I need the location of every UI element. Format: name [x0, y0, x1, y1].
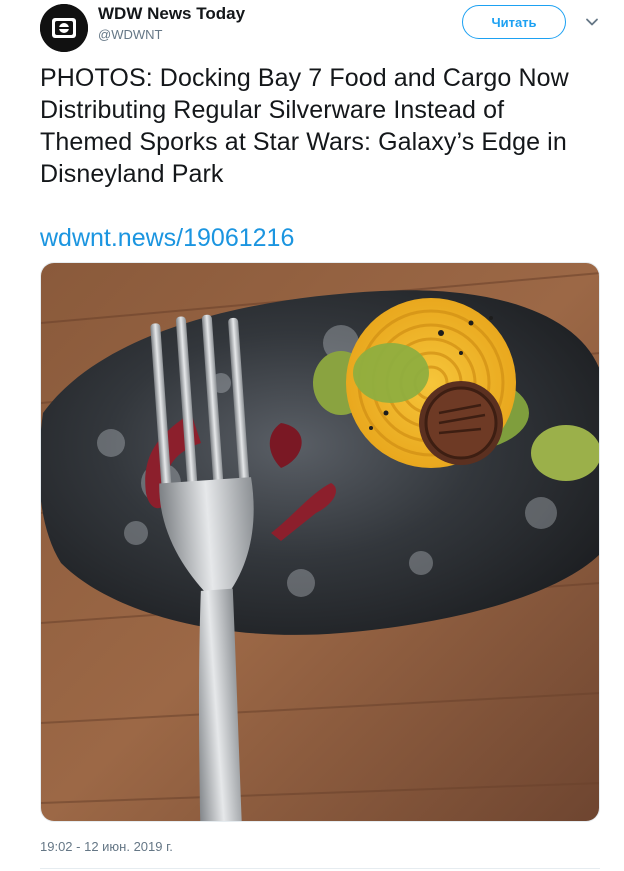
handle[interactable]: @WDWNT — [98, 26, 245, 44]
tweet-text-line: Distributing Regular Silverware Instead … — [40, 96, 505, 124]
tweet-photo[interactable] — [40, 262, 600, 822]
tweet-timestamp[interactable]: 19:02 - 12 июн. 2019 г. — [40, 838, 173, 856]
tweet-header: WDW News Today @WDWNT Читать — [40, 4, 606, 52]
tweet-text: PHOTOS: Docking Bay 7 Food and Cargo Now… — [40, 62, 606, 190]
avatar[interactable] — [40, 4, 88, 52]
tweet-link[interactable]: wdwnt.news/19061216 — [40, 222, 294, 254]
display-name[interactable]: WDW News Today — [98, 4, 245, 24]
follow-button[interactable]: Читать — [462, 5, 566, 39]
dessert-plate-photo — [41, 263, 599, 821]
author-names[interactable]: WDW News Today @WDWNT — [98, 4, 245, 44]
wdwnt-logo-icon — [40, 4, 88, 52]
tweet-text-line: Themed Sporks at Star Wars: Galaxy’s Edg… — [40, 128, 567, 156]
chevron-down-icon[interactable] — [584, 14, 600, 30]
divider — [40, 868, 600, 869]
tweet-text-line: Disneyland Park — [40, 160, 224, 188]
tweet-text-line: PHOTOS: Docking Bay 7 Food and Cargo Now — [40, 64, 569, 92]
